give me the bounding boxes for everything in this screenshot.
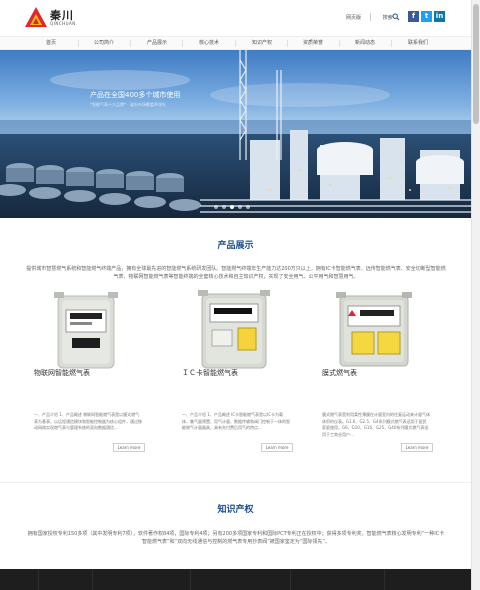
nav-divider: [235, 40, 236, 47]
footer: [0, 569, 471, 590]
header-link-web[interactable]: 网页版: [346, 15, 361, 21]
banner-dot[interactable]: [238, 205, 242, 209]
banner-dot-active[interactable]: [230, 205, 234, 209]
section-divider: [0, 482, 471, 483]
scrollbar-thumb[interactable]: [473, 4, 479, 124]
nav-item-about[interactable]: 公司简介: [94, 37, 114, 50]
product-card[interactable]: 膜式燃气表 膜式燃气表是利用柔性薄膜在计量室内的往复运动来计量气体体积的仪表。G…: [312, 290, 436, 458]
banner-dot[interactable]: [222, 205, 226, 209]
nav-item-news[interactable]: 新闻动态: [355, 37, 375, 50]
product-description: 一、产品介绍 1、产品概述 物联网智能燃气表是以膜式燃气表为基表，以远程通信模块…: [34, 412, 142, 430]
banner-dot[interactable]: [214, 205, 218, 209]
nav-item-ip[interactable]: 知识产权: [252, 37, 272, 50]
products-description: 提供城市智慧燃气系统和智能燃气终端产品，拥有全球最先进的智能燃气系统研发团队。智…: [26, 266, 446, 280]
facebook-icon[interactable]: f: [408, 11, 419, 22]
product-name[interactable]: 膜式燃气表: [322, 368, 357, 378]
products-title: 产品展示: [217, 241, 254, 251]
product-description: 一、产品介绍 1、产品概述 IC卡智能燃气表是以IC卡为载体，集气量预置、用气计…: [182, 412, 290, 430]
footer-divider: [92, 569, 93, 590]
twitter-icon[interactable]: t: [421, 11, 432, 22]
product-image-ic-card-meter: [172, 290, 296, 370]
ip-title: 知识产权: [217, 505, 254, 515]
nav-divider: [182, 40, 183, 47]
page: 秦川 QINCHUAN 网页版 搜索 f t in 首页 公司简介 产品展示 核…: [0, 0, 471, 590]
banner-dots: [0, 50, 471, 218]
product-name[interactable]: 物联网智能燃气表: [34, 368, 90, 378]
nav-item-technology[interactable]: 核心技术: [199, 37, 219, 50]
header-divider: [370, 13, 371, 21]
search-icon[interactable]: [392, 13, 400, 21]
footer-divider: [384, 569, 385, 590]
learn-more-button[interactable]: Learn more: [113, 443, 145, 452]
logo-triangle-icon: [25, 7, 47, 27]
hero-banner[interactable]: 产品在全国400多个城市使用 *智能气表十大品牌* · 省份市场覆盖率领先: [0, 50, 471, 218]
product-image-diaphragm-meter: [312, 290, 436, 370]
nav-divider: [339, 40, 340, 47]
learn-more-button[interactable]: Learn more: [261, 443, 293, 452]
logo-name-en: QINCHUAN: [50, 21, 76, 26]
nav-item-contact[interactable]: 联系我们: [408, 37, 428, 50]
nav-item-products[interactable]: 产品展示: [147, 37, 167, 50]
linkedin-icon[interactable]: in: [434, 11, 445, 22]
footer-divider: [190, 569, 191, 590]
banner-dot[interactable]: [246, 205, 250, 209]
nav-divider: [78, 40, 79, 47]
nav-item-home[interactable]: 首页: [46, 37, 56, 50]
footer-divider: [38, 569, 39, 590]
learn-more-button[interactable]: Learn more: [401, 443, 433, 452]
vertical-scrollbar[interactable]: [471, 0, 480, 590]
header-links: 网页版 搜索: [346, 14, 399, 21]
product-name[interactable]: ＩＣ卡智能燃气表: [182, 368, 238, 378]
nav-divider: [391, 40, 392, 47]
product-image-iot-meter: [24, 290, 148, 370]
product-card[interactable]: ＩＣ卡智能燃气表 一、产品介绍 1、产品概述 IC卡智能燃气表是以IC卡为载体，…: [172, 290, 296, 458]
nav-item-honors[interactable]: 资质荣誉: [303, 37, 323, 50]
main-nav: 首页 公司简介 产品展示 核心技术 知识产权 资质荣誉 新闻动态 联系我们: [0, 36, 471, 50]
footer-divider: [290, 569, 291, 590]
product-card[interactable]: 物联网智能燃气表 一、产品介绍 1、产品概述 物联网智能燃气表是以膜式燃气表为基…: [24, 290, 148, 458]
nav-divider: [130, 40, 131, 47]
ip-description: 拥有国家授权专利150多项（其中发明专利7项），软件著作权84项，国际专利4项；…: [27, 531, 445, 545]
product-description: 膜式燃气表是利用柔性薄膜在计量室内的往复运动来计量气体体积的仪表。G1.6、G2…: [322, 412, 430, 437]
logo[interactable]: 秦川 QINCHUAN: [24, 6, 84, 30]
site-header: 秦川 QINCHUAN 网页版 搜索 f t in: [0, 0, 471, 36]
nav-divider: [287, 40, 288, 47]
